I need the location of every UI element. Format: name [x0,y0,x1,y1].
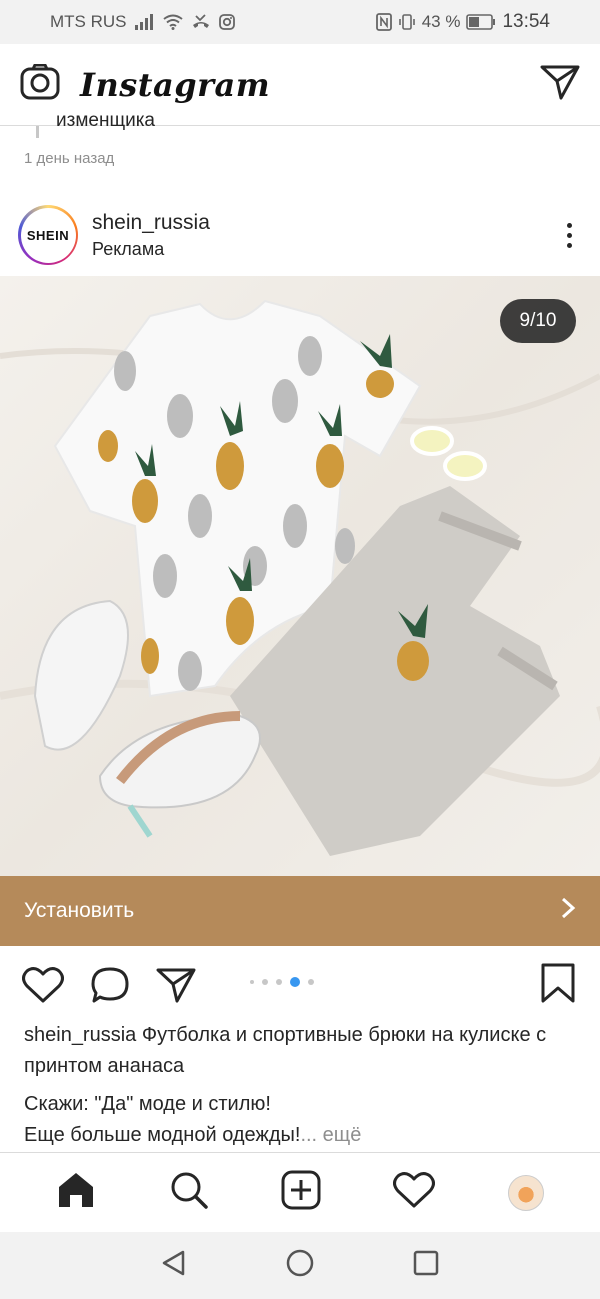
carousel-dot [262,979,268,985]
avatar-logo-text: SHEIN [20,207,76,263]
caption-username[interactable]: shein_russia [24,1024,136,1046]
more-link[interactable]: ... ещё [300,1124,361,1146]
previous-comment-text: изменщика [56,110,155,131]
like-heart-icon[interactable] [22,966,64,1004]
battery-icon [466,14,496,30]
carousel-indicator [250,977,314,987]
post-actions [0,950,600,1020]
recents-icon[interactable] [411,1248,441,1283]
carousel-dot-active [290,977,300,987]
profile-avatar[interactable] [507,1174,544,1211]
chevron-right-icon [560,897,576,925]
product-photo [0,299,600,856]
camera-icon[interactable] [20,63,60,105]
instagram-notif-icon [218,14,235,30]
install-cta-label: Установить [24,899,135,922]
battery-percent: 43 % [421,12,461,31]
add-post-icon[interactable] [281,1170,321,1215]
carousel-dot [308,979,314,985]
install-cta-button[interactable]: Установить [0,876,600,946]
thread-line [36,126,39,138]
post-image[interactable]: 9/10 [0,276,600,876]
system-nav-bar [0,1232,600,1299]
carousel-dot [250,980,254,984]
back-icon[interactable] [159,1248,189,1283]
signal-icon [134,14,155,30]
carrier-label: MTS RUS [50,12,127,31]
carousel-counter: 9/10 [500,299,576,343]
instagram-logo: Instagram [80,65,271,104]
post-header: SHEIN shein_russia Реклама [0,195,600,275]
avatar[interactable]: SHEIN [18,205,78,265]
comment-icon[interactable] [90,966,130,1004]
status-bar: MTS RUS 43 % 13:54 [0,0,600,44]
more-options-icon[interactable] [567,222,572,248]
vibrate-icon [398,13,416,31]
caption-line: Еще больше модной одежды! [24,1124,301,1146]
missed-call-icon [191,14,211,30]
carousel-dot [276,979,282,985]
direct-message-icon[interactable] [540,64,580,105]
home-circle-icon[interactable] [285,1248,315,1283]
share-icon[interactable] [156,967,196,1003]
caption-line: Скажи: "Да" моде и стилю! [24,1093,271,1115]
bottom-nav [0,1152,600,1232]
activity-heart-icon[interactable] [393,1171,436,1214]
bookmark-icon[interactable] [540,962,576,1009]
wifi-icon [162,14,183,30]
home-icon[interactable] [56,1170,96,1215]
clock: 13:54 [502,11,550,32]
nfc-icon [375,13,392,31]
sponsored-label: Реклама [92,238,165,259]
post-username[interactable]: shein_russia [92,211,210,235]
search-icon[interactable] [169,1170,209,1215]
post-caption-more: Скажи: "Да" моде и стилю! Еще больше мод… [24,1089,576,1151]
post-caption: shein_russia Футболка и спортивные брюки… [24,1020,576,1082]
previous-post-time: 1 день назад [24,150,115,167]
